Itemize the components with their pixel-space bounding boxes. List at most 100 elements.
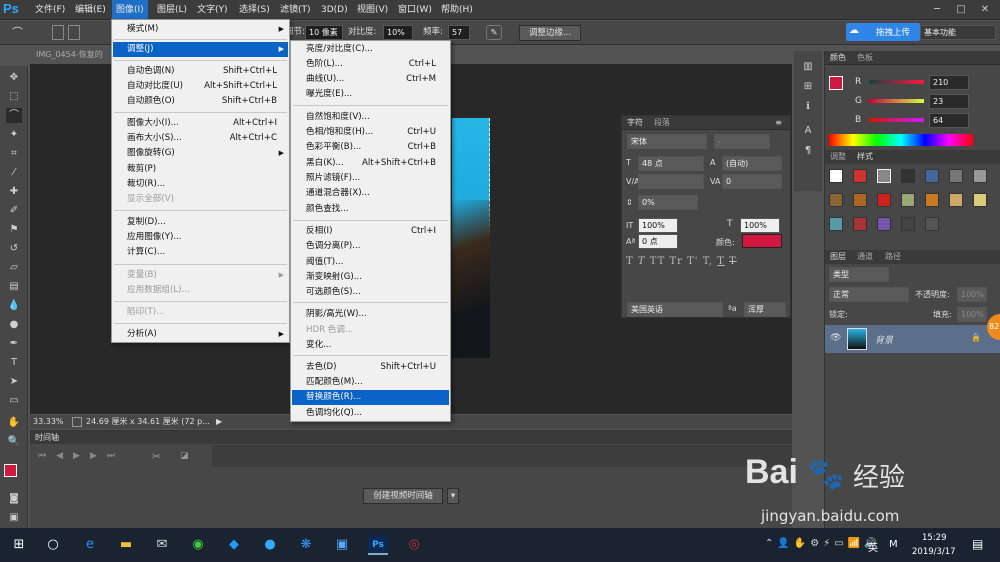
marquee-tool-icon[interactable]: ⬚ bbox=[6, 89, 22, 104]
tab-styles[interactable]: 样式 bbox=[857, 150, 873, 164]
adjustments-menu-item[interactable]: 色阶(L)... bbox=[291, 57, 343, 72]
b-input[interactable]: 64 bbox=[929, 113, 969, 128]
image-menu-item[interactable]: 自动颜色(O) bbox=[112, 94, 175, 109]
image-menu-item[interactable]: 计算(C)... bbox=[112, 245, 165, 260]
color-foreground-swatch[interactable] bbox=[829, 76, 843, 90]
clone-stamp-icon[interactable]: ⚑ bbox=[6, 222, 22, 237]
new-selection-icon[interactable] bbox=[52, 25, 64, 40]
adjustments-menu-item[interactable]: 阴影/高光(W)... bbox=[291, 307, 367, 322]
notification-icon[interactable]: ▤ bbox=[972, 537, 983, 551]
image-menu-item[interactable]: 分析(A) bbox=[112, 327, 157, 342]
blur-tool-icon[interactable]: 💧 bbox=[6, 298, 22, 313]
ime-mode[interactable]: M bbox=[889, 539, 898, 550]
image-menu-item[interactable]: 调整(J) bbox=[112, 42, 153, 57]
move-tool-icon[interactable]: ✥ bbox=[6, 70, 22, 85]
image-menu-item[interactable]: 模式(M) bbox=[112, 22, 158, 37]
minimize-icon[interactable]: ─ bbox=[928, 2, 946, 18]
style-swatch[interactable] bbox=[901, 217, 915, 231]
type-tool-icon[interactable]: T bbox=[6, 355, 22, 370]
history-brush-icon[interactable]: ↺ bbox=[6, 241, 22, 256]
lasso-tool-icon[interactable]: ⌒ bbox=[12, 25, 23, 40]
antialias-select[interactable]: 浑厚 bbox=[744, 302, 786, 317]
image-menu-item[interactable]: 裁剪(P) bbox=[112, 162, 156, 177]
menu-select[interactable]: 选择(S) bbox=[235, 0, 274, 20]
menu-file[interactable]: 文件(F) bbox=[31, 0, 69, 20]
menu-layer[interactable]: 图层(L) bbox=[153, 0, 191, 20]
transition-icon[interactable]: ◪ bbox=[180, 451, 189, 461]
opacity-input[interactable]: 100% bbox=[957, 287, 987, 302]
style-swatch[interactable] bbox=[853, 217, 867, 231]
width-input[interactable]: 10 像素 bbox=[305, 25, 343, 40]
small-caps-button[interactable]: Tr bbox=[669, 256, 682, 267]
pen-pressure-icon[interactable]: ✎ bbox=[486, 25, 502, 40]
app-icon[interactable]: ▣ bbox=[332, 535, 352, 555]
adjustments-menu-item[interactable]: 颜色查找... bbox=[291, 202, 349, 217]
menu-view[interactable]: 视图(V) bbox=[353, 0, 392, 20]
close-icon[interactable]: ✕ bbox=[976, 2, 994, 18]
strikethrough-button[interactable]: T bbox=[729, 256, 737, 267]
frequency-input[interactable]: 57 bbox=[448, 25, 470, 40]
style-swatch[interactable] bbox=[949, 169, 963, 183]
tab-layers[interactable]: 图层 bbox=[830, 250, 846, 264]
style-swatch[interactable] bbox=[973, 193, 987, 207]
adjustments-menu-item[interactable]: 可选颜色(S)... bbox=[291, 285, 361, 300]
adjustments-menu-item[interactable]: 曲线(U)... bbox=[291, 72, 344, 87]
adjustments-menu-item[interactable]: 黑白(K)... bbox=[291, 156, 344, 171]
menu-image[interactable]: 图像(I) bbox=[112, 0, 148, 20]
faux-italic-button[interactable]: T bbox=[638, 256, 646, 267]
adjustments-menu-item[interactable]: 曝光度(E)... bbox=[291, 87, 352, 102]
text-color-swatch[interactable] bbox=[742, 234, 782, 248]
image-menu-item[interactable]: 画布大小(S)... bbox=[112, 131, 182, 146]
gradient-tool-icon[interactable]: ▤ bbox=[6, 279, 22, 294]
paragraph-panel-icon[interactable]: ¶ bbox=[800, 143, 816, 158]
adjustments-menu-item[interactable]: 色彩平衡(B)... bbox=[291, 140, 361, 155]
refine-edge-button[interactable]: 调整边缘... bbox=[519, 25, 581, 41]
qq-icon[interactable]: ❋ bbox=[296, 535, 316, 555]
style-swatch[interactable] bbox=[949, 193, 963, 207]
style-swatch[interactable] bbox=[829, 217, 843, 231]
history-panel-icon[interactable]: ▥ bbox=[800, 59, 816, 74]
language-select[interactable]: 美国英语 bbox=[627, 302, 723, 317]
maximize-icon[interactable]: □ bbox=[952, 2, 970, 18]
healing-brush-icon[interactable]: ✚ bbox=[6, 184, 22, 199]
baidu-app-icon[interactable]: ● bbox=[260, 535, 280, 555]
b-slider[interactable] bbox=[869, 118, 924, 122]
adjustments-menu-item[interactable]: 去色(D) bbox=[291, 360, 337, 375]
tab-swatches[interactable]: 色板 bbox=[857, 51, 873, 65]
windows-start-icon[interactable]: ⊞ bbox=[9, 535, 29, 555]
adjustments-menu-item[interactable]: 色相/饱和度(H)... bbox=[291, 125, 373, 140]
feishu-icon[interactable]: ◆ bbox=[224, 535, 244, 555]
path-select-icon[interactable]: ➤ bbox=[6, 374, 22, 389]
adjustments-menu-item[interactable]: 变化... bbox=[291, 338, 331, 353]
style-swatch[interactable] bbox=[829, 169, 843, 183]
ime-indicator[interactable]: 英 bbox=[868, 539, 878, 554]
font-style-select[interactable]: - bbox=[714, 134, 770, 149]
image-menu-item[interactable]: 自动色调(N) bbox=[112, 64, 175, 79]
crop-tool-icon[interactable]: ⌗ bbox=[6, 146, 22, 161]
style-swatch[interactable] bbox=[853, 193, 867, 207]
layer-name[interactable]: 背景 bbox=[875, 333, 893, 346]
style-swatch[interactable] bbox=[829, 193, 843, 207]
workspace-select[interactable]: 基本功能 bbox=[920, 25, 996, 40]
info-panel-icon[interactable]: ℹ bbox=[800, 99, 816, 114]
status-arrow-icon[interactable]: ▶ bbox=[216, 415, 222, 429]
style-swatch[interactable] bbox=[877, 217, 891, 231]
horizontal-scale-input[interactable]: 100% bbox=[740, 218, 780, 233]
adjustments-menu-item[interactable]: 反相(I) bbox=[291, 224, 332, 239]
adjustments-menu-item[interactable]: 色调分离(P)... bbox=[291, 239, 360, 254]
style-swatch[interactable] bbox=[973, 169, 987, 183]
tsume-select[interactable]: 0% bbox=[638, 195, 698, 210]
image-menu-item[interactable]: 复制(D)... bbox=[112, 215, 166, 230]
style-swatch[interactable] bbox=[925, 193, 939, 207]
foreground-color-swatch[interactable] bbox=[4, 464, 17, 477]
font-size-select[interactable]: 48 点 bbox=[638, 156, 704, 171]
contrast-input[interactable]: 10% bbox=[383, 25, 413, 40]
image-menu-item[interactable]: 应用图像(Y)... bbox=[112, 230, 182, 245]
adjustments-menu-item[interactable]: 替换颜色(R)... bbox=[291, 390, 361, 405]
browser-360-icon[interactable]: ◉ bbox=[188, 535, 208, 555]
adjustments-menu-item[interactable]: 通道混合器(X)... bbox=[291, 186, 370, 201]
g-input[interactable]: 23 bbox=[929, 94, 969, 109]
adjustments-menu-item[interactable]: 阈值(T)... bbox=[291, 255, 343, 270]
mail-icon[interactable]: ✉ bbox=[152, 535, 172, 555]
adjustments-menu-item[interactable]: 匹配颜色(M)... bbox=[291, 375, 363, 390]
